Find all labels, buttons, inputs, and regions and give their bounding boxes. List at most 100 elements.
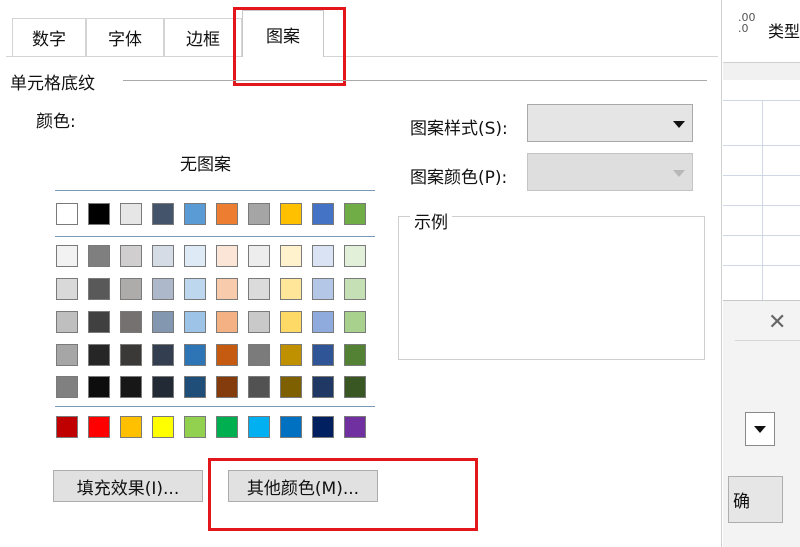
color-swatch[interactable] [88,311,110,333]
pattern-style-dropdown[interactable] [527,104,693,142]
group-divider [123,80,707,81]
color-swatch[interactable] [312,344,334,366]
pattern-color-dropdown[interactable] [527,153,693,191]
color-swatch[interactable] [280,376,302,398]
color-swatch[interactable] [56,203,78,225]
color-swatch[interactable] [248,245,270,267]
color-swatch[interactable] [120,245,142,267]
fill-effects-label: 填充效果(I)... [76,478,180,499]
color-swatch[interactable] [88,203,110,225]
color-swatch[interactable] [56,376,78,398]
color-swatch[interactable] [88,376,110,398]
tab-border[interactable]: 边框 [164,18,242,56]
color-swatch[interactable] [312,376,334,398]
sample-preview [398,216,705,360]
color-swatch[interactable] [120,278,142,300]
color-swatch[interactable] [280,203,302,225]
pattern-color-label: 图案颜色(P): [410,168,508,188]
color-swatch[interactable] [88,278,110,300]
color-swatch[interactable] [344,311,366,333]
color-swatch[interactable] [280,344,302,366]
color-swatch[interactable] [152,416,174,438]
color-swatch[interactable] [216,311,238,333]
color-swatch[interactable] [56,245,78,267]
tab-label: 字体 [108,30,142,50]
color-label: 颜色: [36,112,76,132]
highlight-box-tab [233,7,346,86]
color-swatch[interactable] [312,311,334,333]
color-swatch[interactable] [120,344,142,366]
color-swatch[interactable] [152,344,174,366]
chevron-down-icon [754,426,766,433]
color-swatch[interactable] [88,245,110,267]
color-swatch[interactable] [312,203,334,225]
background-ok-button[interactable]: 确 [728,476,783,523]
color-swatch[interactable] [152,376,174,398]
color-swatch[interactable] [120,203,142,225]
chevron-down-icon [673,121,685,128]
color-swatch[interactable] [344,203,366,225]
color-swatch[interactable] [280,278,302,300]
color-swatch[interactable] [248,278,270,300]
background-dropdown[interactable] [745,412,775,446]
palette-separator [55,190,375,191]
color-swatch[interactable] [184,344,206,366]
grid-line [762,100,763,300]
color-swatch[interactable] [344,245,366,267]
color-swatch[interactable] [120,376,142,398]
color-swatch[interactable] [280,245,302,267]
color-swatch[interactable] [248,311,270,333]
color-swatch[interactable] [216,203,238,225]
cell-shading-group-label: 单元格底纹 [10,74,95,94]
sample-label: 示例 [410,208,452,233]
color-swatch[interactable] [216,278,238,300]
color-swatch[interactable] [216,416,238,438]
color-swatch[interactable] [344,376,366,398]
fill-effects-button[interactable]: 填充效果(I)... [53,470,203,502]
color-swatch[interactable] [184,245,206,267]
color-swatch[interactable] [152,278,174,300]
color-swatch[interactable] [248,344,270,366]
tab-label: 边框 [186,30,220,50]
color-swatch[interactable] [280,416,302,438]
color-swatch[interactable] [184,416,206,438]
color-swatch[interactable] [248,376,270,398]
background-number-format-icon: .00.0 [738,11,756,35]
background-divider [723,62,800,63]
color-swatch[interactable] [248,203,270,225]
color-swatch[interactable] [216,344,238,366]
color-swatch[interactable] [56,344,78,366]
color-swatch[interactable] [56,278,78,300]
color-swatch[interactable] [216,245,238,267]
color-swatch[interactable] [88,344,110,366]
palette-separator [55,406,375,407]
color-swatch[interactable] [152,203,174,225]
color-swatch[interactable] [184,278,206,300]
color-swatch[interactable] [312,278,334,300]
color-swatch[interactable] [312,416,334,438]
color-swatch[interactable] [120,311,142,333]
pattern-style-label: 图案样式(S): [410,119,508,139]
tab-label: 数字 [32,30,66,50]
color-swatch[interactable] [248,416,270,438]
palette-separator [55,236,375,237]
color-swatch[interactable] [152,311,174,333]
color-swatch[interactable] [184,311,206,333]
color-swatch[interactable] [152,245,174,267]
color-swatch[interactable] [56,311,78,333]
color-swatch[interactable] [184,203,206,225]
color-swatch[interactable] [184,376,206,398]
color-swatch[interactable] [88,416,110,438]
color-swatch[interactable] [344,344,366,366]
color-swatch[interactable] [344,416,366,438]
close-icon[interactable]: ✕ [768,310,786,335]
color-swatch[interactable] [216,376,238,398]
color-swatch[interactable] [120,416,142,438]
color-swatch[interactable] [344,278,366,300]
tab-font[interactable]: 字体 [86,18,164,56]
color-swatch[interactable] [56,416,78,438]
color-swatch[interactable] [280,311,302,333]
no-pattern-option[interactable]: 无图案 [180,150,231,175]
tab-number[interactable]: 数字 [12,18,86,56]
color-swatch[interactable] [312,245,334,267]
